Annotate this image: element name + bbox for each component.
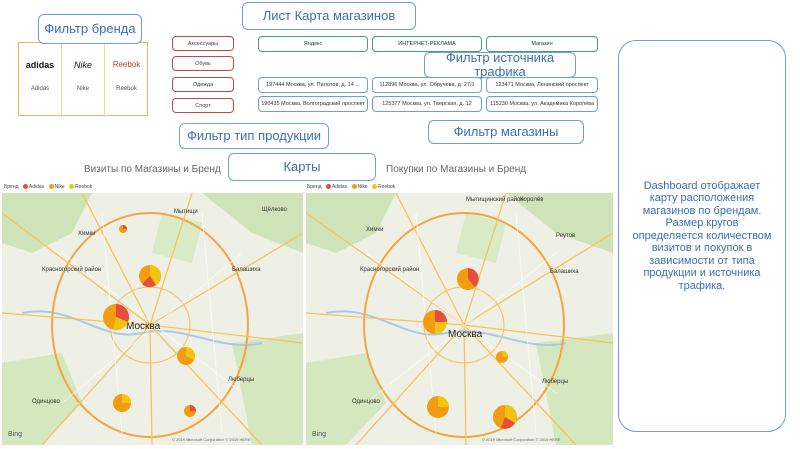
callout-brand-filter: Фильтр бренда <box>38 14 142 44</box>
brand-reebok[interactable]: Reebok Reebok <box>105 43 148 117</box>
callout-store-filter: Фильтр магазины <box>428 120 584 144</box>
store-4[interactable]: 190435 Москва, Волгоградский проспект <box>258 96 368 112</box>
legend-title: Бренд <box>307 184 322 190</box>
map-copyright: © 2019 Microsoft Corporation © 2019 HERE <box>172 437 251 442</box>
brand-label: Nike <box>76 86 89 92</box>
description-panel: Dashboard отображает карту расположения … <box>618 40 786 432</box>
pie-marker <box>177 347 195 365</box>
pill-label: 123471 Москва, Ленинский проспект <box>495 82 589 88</box>
store-1[interactable]: 197444 Москва, ул. Пилотов, д. 14 ... <box>258 77 368 93</box>
legend-item: Nike <box>54 184 65 190</box>
pie-marker <box>139 265 161 288</box>
adidas-dot-icon <box>22 184 28 190</box>
pie-marker <box>427 396 449 418</box>
product-type-1[interactable]: Аксессуары <box>172 36 234 51</box>
pill-label: Аксессуары <box>187 40 219 47</box>
right-pie-layer <box>423 268 517 429</box>
legend-item: Adidas <box>28 184 45 190</box>
right-chart-title: Покупки по Магазины и Бренд <box>386 164 527 175</box>
pie-marker <box>184 405 196 417</box>
store-2[interactable]: 112896 Москва, ул. Обручева, д. 27/1 <box>372 77 482 93</box>
adidas-logo: adidas <box>25 60 55 70</box>
pill-label: 125377 Москва, ул. Тверская, д. 12 <box>382 101 472 107</box>
product-type-2[interactable]: Обувь <box>172 56 234 71</box>
right-map[interactable]: Мытищинский район Королёв Химки Красного… <box>306 193 613 445</box>
pie-marker <box>103 304 129 331</box>
legend-item: Reebok <box>378 184 396 190</box>
pie-marker <box>119 225 127 233</box>
adidas-dot-icon <box>325 184 331 190</box>
callout-label: Лист Карта магазинов <box>262 8 396 23</box>
nike-dot-icon <box>351 184 357 190</box>
callout-label: Фильтр бренда <box>44 21 136 36</box>
pie-marker <box>493 405 517 429</box>
brand-filter-panel: adidas Adidas Nike Nike Reebok Reebok <box>18 42 148 117</box>
reebok-logo: Reebok <box>112 60 141 69</box>
left-map[interactable]: Мытищи Химки Красногорский район Балаших… <box>2 193 303 445</box>
brand-nike[interactable]: Nike Nike <box>62 43 105 117</box>
pill-label: 112896 Москва, ул. Обручева, д. 27/1 <box>379 82 475 88</box>
store-5[interactable]: 125377 Москва, ул. Тверская, д. 12 <box>372 96 482 112</box>
brand-label: Reebok <box>116 86 137 92</box>
nike-logo: Nike <box>73 60 92 70</box>
pill-label: 115230 Москва, ул. Академика Королёва <box>489 101 595 107</box>
legend-title: Бренд <box>4 184 19 190</box>
pill-label: Обувь <box>195 60 211 67</box>
pill-label: Магазин <box>531 41 553 47</box>
callout-label: Фильтр тип продукции <box>186 128 322 143</box>
callout-label: Фильтр источника трафика <box>445 50 555 79</box>
pie-marker <box>457 268 479 290</box>
traffic-source-1[interactable]: Яндекс <box>258 36 368 52</box>
pill-label: Одежда <box>192 81 214 88</box>
product-type-3[interactable]: Одежда <box>172 77 234 92</box>
callout-product-filter: Фильтр тип продукции <box>179 123 329 149</box>
pill-label: ИНТЕРНЕТ-РЕКЛАМА <box>398 41 456 47</box>
pie-marker <box>423 310 447 334</box>
left-legend: Бренд Adidas Nike Reebok <box>4 184 92 190</box>
right-legend: Бренд Adidas Nike Reebok <box>307 184 395 190</box>
store-3[interactable]: 123471 Москва, Ленинский проспект <box>486 77 598 93</box>
map-copyright: © 2019 Microsoft Corporation © 2019 HERE <box>482 437 561 442</box>
brand-adidas[interactable]: adidas Adidas <box>19 43 62 117</box>
legend-item: Reebok <box>75 184 93 190</box>
left-pie-layer <box>103 225 196 417</box>
bing-logo: Bing <box>312 431 327 438</box>
legend-item: Adidas <box>331 184 348 190</box>
callout-source-filter: Фильтр источника трафика <box>424 50 576 79</box>
legend-item: Nike <box>357 184 368 190</box>
pill-label: 190435 Москва, Волгоградский проспект <box>261 101 365 107</box>
pill-label: Яндекс <box>303 41 323 47</box>
pie-marker <box>113 394 131 412</box>
left-chart-title: Визиты по Магазины и Бренд <box>84 164 221 175</box>
description-text: Dashboard отображает карту расположения … <box>632 179 772 292</box>
bing-logo: Bing <box>8 431 23 438</box>
brand-label: Adidas <box>30 86 50 92</box>
callout-label: Карты <box>283 159 321 174</box>
callout-label: Фильтр магазины <box>453 124 559 139</box>
callout-sheet-title: Лист Карта магазинов <box>242 2 416 30</box>
callout-maps: Карты <box>228 153 376 181</box>
pill-label: Спорт <box>195 102 211 109</box>
store-6[interactable]: 115230 Москва, ул. Академика Королёва <box>486 96 598 112</box>
reebok-dot-icon <box>69 184 75 190</box>
nike-dot-icon <box>48 184 54 190</box>
pill-label: 197444 Москва, ул. Пилотов, д. 14 ... <box>266 82 360 88</box>
reebok-dot-icon <box>372 184 378 190</box>
product-type-4[interactable]: Спорт <box>172 98 234 113</box>
pie-marker <box>496 351 508 363</box>
